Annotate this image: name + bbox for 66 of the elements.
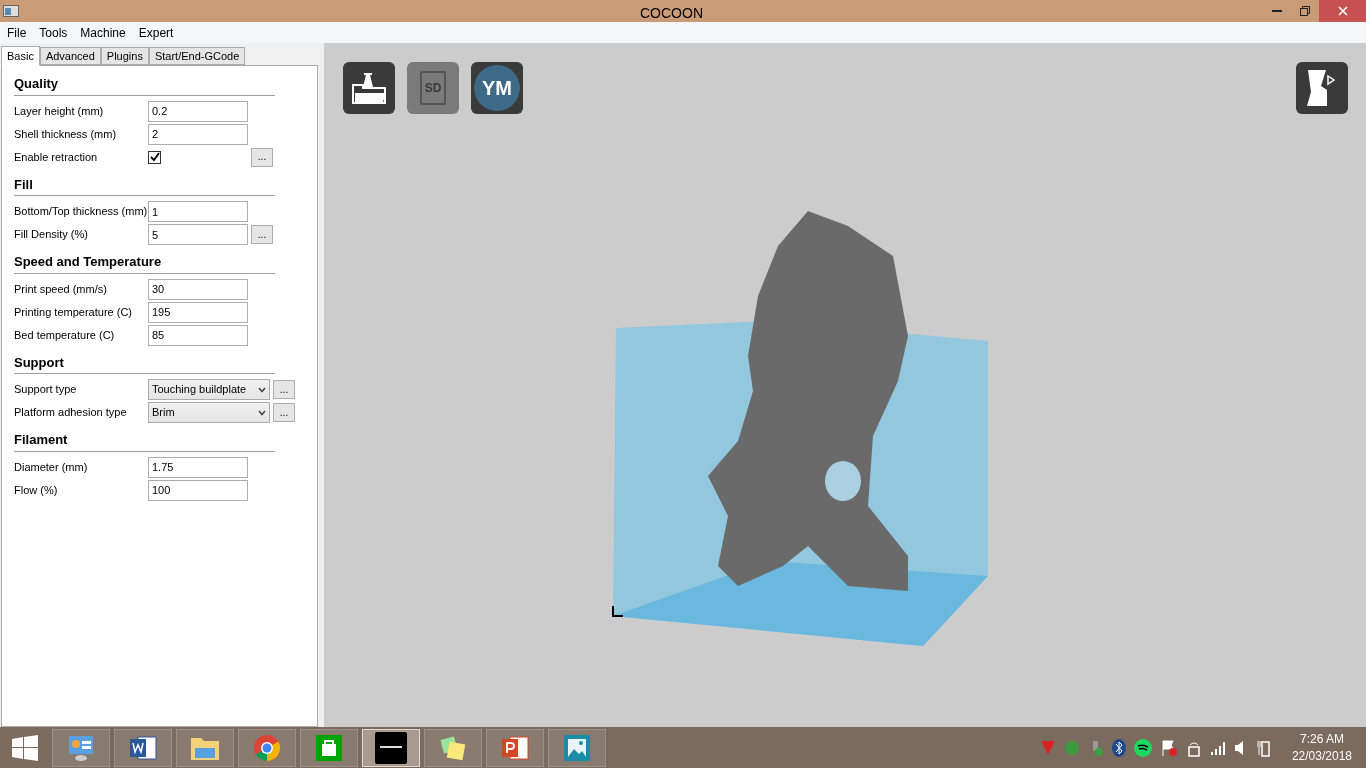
- clock-time: 7:26 AM: [1299, 730, 1344, 748]
- text-field[interactable]: 100: [148, 479, 248, 501]
- options-button[interactable]: ...: [273, 380, 295, 399]
- ym-button[interactable]: YM: [471, 62, 523, 114]
- section-heading: Support: [14, 352, 275, 374]
- field-label: Fill Density (%): [14, 227, 89, 243]
- close-icon: [1337, 6, 1348, 16]
- options-button[interactable]: ...: [273, 403, 295, 422]
- tab[interactable]: Basic: [1, 46, 40, 66]
- field-label: Bottom/Top thickness (mm): [14, 204, 148, 220]
- dropdown[interactable]: Touching buildplate: [148, 379, 270, 400]
- signal-icon: [1209, 740, 1226, 755]
- app-window-icon: [3, 5, 19, 17]
- text-field[interactable]: 1.75: [148, 456, 248, 478]
- bluetooth-icon: [1111, 738, 1126, 757]
- minimize-icon: [1272, 10, 1282, 12]
- restore-icon: [1300, 6, 1310, 16]
- section-heading: Quality: [14, 74, 275, 96]
- tab[interactable]: Plugins: [100, 47, 149, 65]
- section-heading: Fill: [14, 174, 275, 196]
- battery-icon: [1255, 738, 1270, 757]
- antivirus-icon: [1039, 739, 1056, 756]
- menu-item[interactable]: Machine: [74, 23, 132, 42]
- store-icon: [314, 732, 344, 763]
- photo-app-icon: [562, 732, 592, 763]
- browser-icon: [252, 732, 282, 763]
- section-heading: Speed and Temperature: [14, 252, 275, 274]
- dropdown[interactable]: Brim: [148, 402, 270, 423]
- section-heading: Filament: [14, 430, 275, 452]
- menu-item[interactable]: Tools: [33, 23, 74, 42]
- field-label: Layer height (mm): [14, 103, 105, 119]
- field-label: Flow (%): [14, 482, 59, 498]
- clock-date: 22/03/2018: [1291, 747, 1352, 765]
- text-field[interactable]: 2: [148, 123, 248, 145]
- text-field[interactable]: 195: [148, 301, 248, 323]
- app-icon: [375, 731, 407, 764]
- tab[interactable]: Advanced: [39, 47, 101, 65]
- field-label: Platform adhesion type: [14, 405, 128, 421]
- view-mode-button[interactable]: [1296, 62, 1348, 114]
- field-label: Diameter (mm): [14, 459, 89, 475]
- field-label: Shell thickness (mm): [14, 126, 118, 142]
- windows-logo-icon: [12, 734, 38, 761]
- taskbar-button[interactable]: [114, 728, 172, 767]
- load-button[interactable]: [343, 62, 395, 114]
- menu-item[interactable]: File: [1, 23, 33, 42]
- music-app-icon: [1133, 738, 1152, 757]
- menu-item[interactable]: Expert: [132, 23, 180, 42]
- field-label: Printing temperature (C): [14, 304, 133, 320]
- folder-icon: [351, 71, 387, 105]
- window-title: COCOON: [640, 4, 703, 23]
- flag-icon: [1159, 738, 1178, 757]
- text-field[interactable]: 30: [148, 278, 248, 300]
- text-field[interactable]: 0.2: [148, 100, 248, 122]
- options-button[interactable]: ...: [251, 225, 273, 244]
- chevron-down-icon: [258, 409, 266, 416]
- field-label: Bed temperature (C): [14, 327, 116, 343]
- field-label: Print speed (mm/s): [14, 281, 108, 297]
- tab[interactable]: Start/End-GCode: [148, 47, 246, 65]
- text-field[interactable]: 85: [148, 324, 248, 346]
- field-label: Support type: [14, 382, 78, 398]
- chevron-down-icon: [258, 386, 266, 393]
- options-button[interactable]: ...: [251, 147, 273, 167]
- text-field[interactable]: 1: [148, 201, 248, 222]
- field-label: Enable retraction: [14, 149, 99, 165]
- text-field[interactable]: 5: [148, 224, 248, 245]
- checkbox[interactable]: [148, 150, 161, 164]
